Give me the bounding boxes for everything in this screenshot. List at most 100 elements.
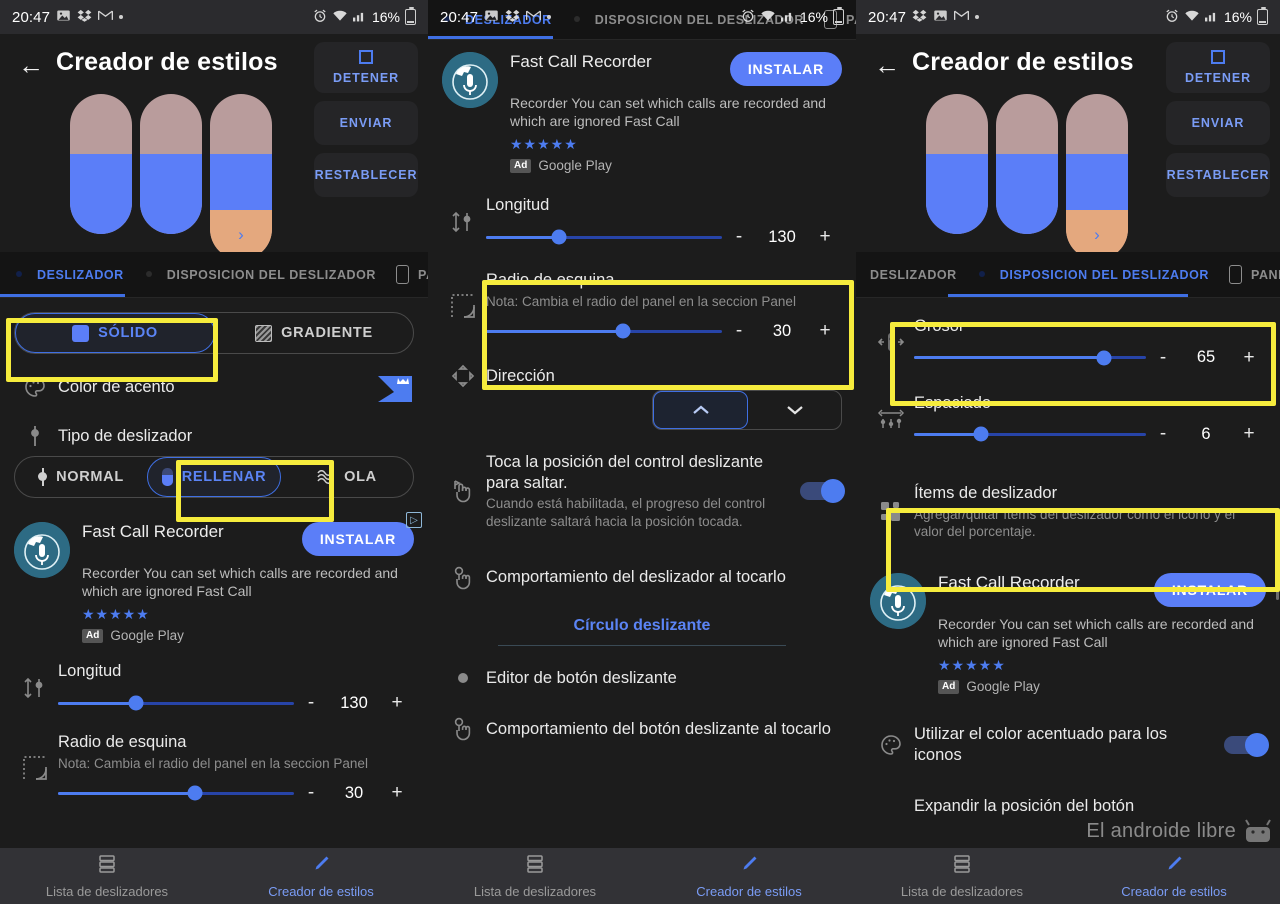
tab-layout-3[interactable]: DISPOSICION DEL DESLIZADOR [967,252,1219,297]
length-plus-button[interactable]: + [380,692,414,714]
corner-radius-slider-2[interactable]: - 30 + [486,320,842,342]
tab-panel[interactable]: PA [386,252,428,297]
preview-pill-1-3 [926,94,988,234]
button-tap-behavior-label: Comportamiento del botón deslizante al t… [486,719,831,738]
length-plus-button-2[interactable]: + [808,226,842,248]
corner-radius-plus-button-2[interactable]: + [808,320,842,342]
list-icon [97,854,117,879]
button-tap-behavior-row[interactable]: Comportamiento del botón deslizante al t… [428,704,856,752]
segment-wave[interactable]: OLA [281,457,413,497]
spacing-plus-button[interactable]: + [1232,423,1266,445]
install-button-3[interactable]: INSTALAR [1153,572,1266,607]
dropbox-icon-2 [505,8,520,26]
length-slider-2[interactable]: - 130 + [486,226,842,248]
nav-style-creator[interactable]: Creador de estilos [214,854,428,899]
nav-slider-list[interactable]: Lista de deslizadores [0,854,214,899]
scrollbar[interactable] [1276,540,1279,600]
accent-icons-toggle[interactable] [1224,732,1269,757]
accent-color-row[interactable]: Color de acento [0,354,428,414]
segment-solid-label: SÓLIDO [98,325,158,341]
segment-gradient[interactable]: GRADIENTE [215,313,413,353]
length-icon [12,676,58,700]
ad-description-2: Recorder You can set which calls are rec… [510,95,826,130]
stop-button-3[interactable]: DETENER [1166,42,1270,93]
photos-icon [56,8,71,26]
screen-slider-tab-scrolled: DESLIZADOR DISPOSICION DEL DESLIZADOR PA… [428,0,856,904]
dot-indicator [119,15,124,19]
nav-slider-list-2[interactable]: Lista de deslizadores [428,854,642,899]
install-button[interactable]: INSTALAR [301,522,414,556]
segment-normal[interactable]: NORMAL [15,457,147,497]
tab-slider[interactable]: DESLIZADOR [0,252,134,297]
length-label: Longitud [58,662,122,681]
slider-tap-behavior-row[interactable]: Comportamiento del deslizador al tocarlo [428,543,856,611]
segment-solid[interactable]: SÓLIDO [15,313,215,353]
tab-panel-3[interactable]: PANEL [1219,252,1280,297]
direction-up-button[interactable] [653,391,748,430]
nav-slider-list-3[interactable]: Lista de deslizadores [856,854,1068,899]
corner-radius-knob-2[interactable] [615,323,631,339]
bottom-nav-2: Lista de deslizadores Creador de estilos [428,848,856,904]
screen2-content: Fast Call Recorder INSTALAR Recorder You… [428,40,856,753]
length-slider[interactable]: - 130 + [58,692,414,714]
slider-items-row[interactable]: Ítems de deslizador Agregar/quitar ítems… [856,459,1280,563]
accent-icons-row[interactable]: Utilizar el color acentuado para los ico… [856,702,1280,779]
length-minus-button-2[interactable]: - [722,226,756,248]
corner-radius-row: Radio de esquina Nota: Cambia el radio d… [0,718,428,814]
spacing-knob[interactable] [973,426,989,442]
dropbox-icon-3 [912,8,927,26]
thickness-knob[interactable] [1096,350,1112,366]
length-knob[interactable] [128,695,144,711]
list-icon-2 [525,854,545,879]
tab-slider-label-3: DESLIZADOR [870,267,957,282]
tab-slider-3[interactable]: DESLIZADOR [856,252,967,297]
thickness-value: 65 [1196,348,1216,367]
accent-color-swatch[interactable] [372,370,414,404]
segment-fill[interactable]: RELLENAR [147,457,281,497]
button-editor-row[interactable]: Editor de botón deslizante [428,652,856,705]
reset-button[interactable]: RESTABLECER [314,153,418,197]
nav-style-creator-3[interactable]: Creador de estilos [1068,854,1280,899]
reset-button-3[interactable]: RESTABLECER [1166,153,1270,197]
ad-badge-2: Ad [510,158,532,173]
corner-radius-slider[interactable]: - 30 + [58,782,414,804]
ad-choices-icon[interactable]: ▷ [406,512,422,528]
length-minus-button[interactable]: - [294,692,328,714]
status-bar: 20:47 16% [0,0,428,34]
corner-radius-track-2[interactable] [486,323,722,339]
length-knob-2[interactable] [551,229,567,245]
nav-style-creator-2[interactable]: Creador de estilos [642,854,856,899]
stop-square-icon [359,50,373,64]
direction-down-button[interactable] [748,391,841,429]
length-track-2[interactable] [486,229,722,245]
section-title-circle-slider: Círculo deslizante [573,616,711,634]
spacing-track[interactable] [914,426,1146,442]
thickness-slider[interactable]: - 65 + [914,347,1266,369]
ad-card-3[interactable]: Fast Call Recorder INSTALAR Recorder You… [856,563,1280,702]
pencil-icon-2 [739,854,759,879]
install-button-2[interactable]: INSTALAR [729,52,842,86]
thickness-minus-button[interactable]: - [1146,347,1180,369]
send-button[interactable]: ENVIAR [314,101,418,145]
tap-to-seek-toggle[interactable] [800,479,845,504]
corner-radius-minus-button[interactable]: - [294,782,328,804]
back-arrow-icon[interactable]: ← [14,48,48,82]
alarm-icon [313,9,327,25]
send-button-3[interactable]: ENVIAR [1166,101,1270,145]
corner-radius-plus-button[interactable]: + [380,782,414,804]
corner-radius-minus-button-2[interactable]: - [722,320,756,342]
ad-card-2[interactable]: Fast Call Recorder INSTALAR Recorder You… [428,40,856,181]
back-arrow-icon-3[interactable]: ← [870,48,904,82]
ad-card[interactable]: ▷ Fast Call Recorder INSTALAR Recorder Y… [0,512,428,651]
thickness-track[interactable] [914,350,1146,366]
tab-layout[interactable]: DISPOSICION DEL DESLIZADOR [134,252,386,297]
spacing-minus-button[interactable]: - [1146,423,1180,445]
spacing-slider[interactable]: - 6 + [914,423,1266,445]
stop-button[interactable]: DETENER [314,42,418,93]
corner-radius-knob[interactable] [187,785,203,801]
tap-to-seek-row[interactable]: Toca la posición del control deslizante … [428,430,856,542]
tab-slider-label: DESLIZADOR [37,267,124,282]
corner-radius-track[interactable] [58,785,294,801]
thickness-plus-button[interactable]: + [1232,347,1266,369]
length-track[interactable] [58,695,294,711]
